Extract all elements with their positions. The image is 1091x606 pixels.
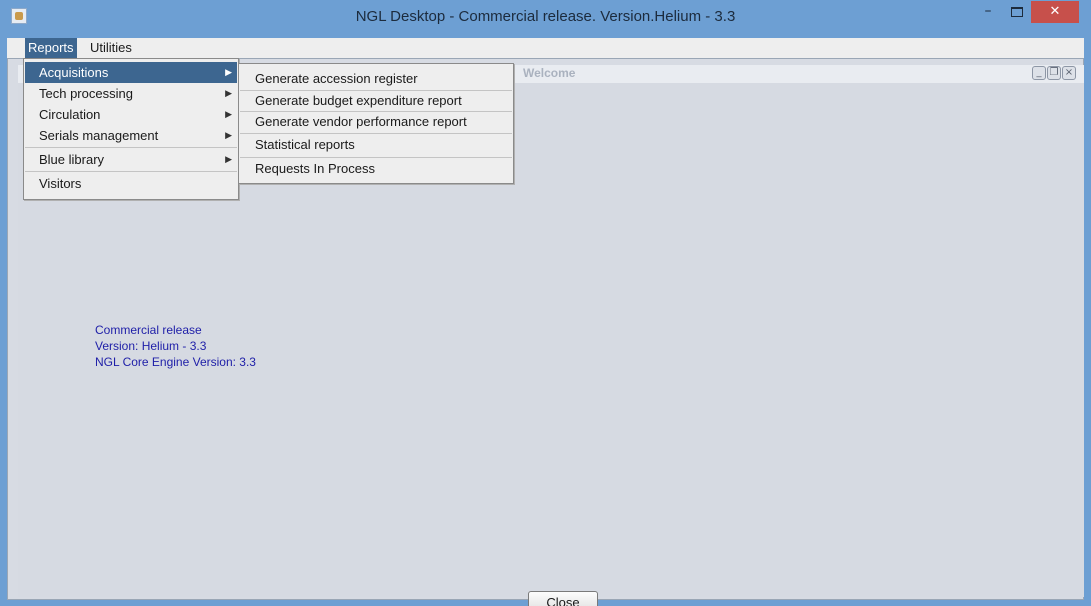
menu-item-statistical-reports[interactable]: Statistical reports (240, 134, 512, 156)
menu-item-label: Visitors (39, 176, 82, 191)
window-title: NGL Desktop - Commercial release. Versio… (355, 8, 736, 25)
menu-item-visitors[interactable]: Visitors (25, 173, 237, 194)
menu-item-circulation[interactable]: Circulation ▶ (25, 104, 237, 125)
menu-item-serials-management[interactable]: Serials management ▶ (25, 125, 237, 146)
frame-close-icon[interactable]: × (1062, 66, 1076, 80)
menu-item-acquisitions[interactable]: Acquisitions ▶ (25, 62, 237, 83)
menu-item-label: Blue library (39, 152, 105, 167)
menu-item-generate-vendor-performance-report[interactable]: Generate vendor performance report (240, 111, 512, 133)
menu-item-generate-budget-expenditure-report[interactable]: Generate budget expenditure report (240, 90, 512, 112)
menu-item-tech-processing[interactable]: Tech processing ▶ (25, 83, 237, 104)
menu-bar: Reports Utilities (7, 38, 1084, 58)
menu-item-generate-accession-register[interactable]: Generate accession register (240, 68, 512, 90)
menu-separator (25, 147, 237, 148)
menu-reports[interactable]: Reports (25, 38, 77, 58)
release-label: Commercial release (95, 323, 202, 337)
menu-item-blue-library[interactable]: Blue library ▶ (25, 149, 237, 170)
frame-minimize-icon[interactable]: _ (1032, 66, 1046, 80)
menu-separator (25, 171, 237, 172)
menu-item-requests-in-process[interactable]: Requests In Process (240, 158, 512, 180)
title-bar: NGL Desktop - Commercial release. Versio… (0, 0, 1091, 38)
engine-version-label: NGL Core Engine Version: 3.3 (95, 355, 256, 369)
submenu-arrow-icon: ▶ (225, 88, 232, 98)
submenu-arrow-icon: ▶ (225, 109, 232, 119)
close-button[interactable]: Close (528, 591, 598, 606)
reports-dropdown: Acquisitions ▶ Tech processing ▶ Circula… (23, 58, 239, 200)
menu-item-label: Serials management (39, 128, 159, 143)
minimize-icon[interactable]: – (973, 1, 1003, 23)
menu-item-label: Acquisitions (39, 65, 109, 80)
menu-utilities[interactable]: Utilities (87, 38, 135, 58)
frame-restore-icon[interactable]: ❐ (1047, 66, 1061, 80)
version-label: Version: Helium - 3.3 (95, 339, 207, 353)
close-button-label: Close (546, 595, 580, 606)
submenu-arrow-icon: ▶ (225, 154, 232, 164)
app-window: NGL Desktop - Commercial release. Versio… (0, 0, 1091, 606)
internal-frame-title: Welcome (523, 66, 576, 80)
maximize-icon[interactable] (1003, 1, 1031, 23)
menu-item-label: Circulation (39, 107, 101, 122)
submenu-arrow-icon: ▶ (225, 67, 232, 77)
close-icon[interactable]: ✕ (1031, 1, 1079, 23)
menu-item-label: Tech processing (39, 86, 133, 101)
submenu-arrow-icon: ▶ (225, 130, 232, 140)
acquisitions-submenu: Generate accession register Generate bud… (238, 63, 514, 184)
